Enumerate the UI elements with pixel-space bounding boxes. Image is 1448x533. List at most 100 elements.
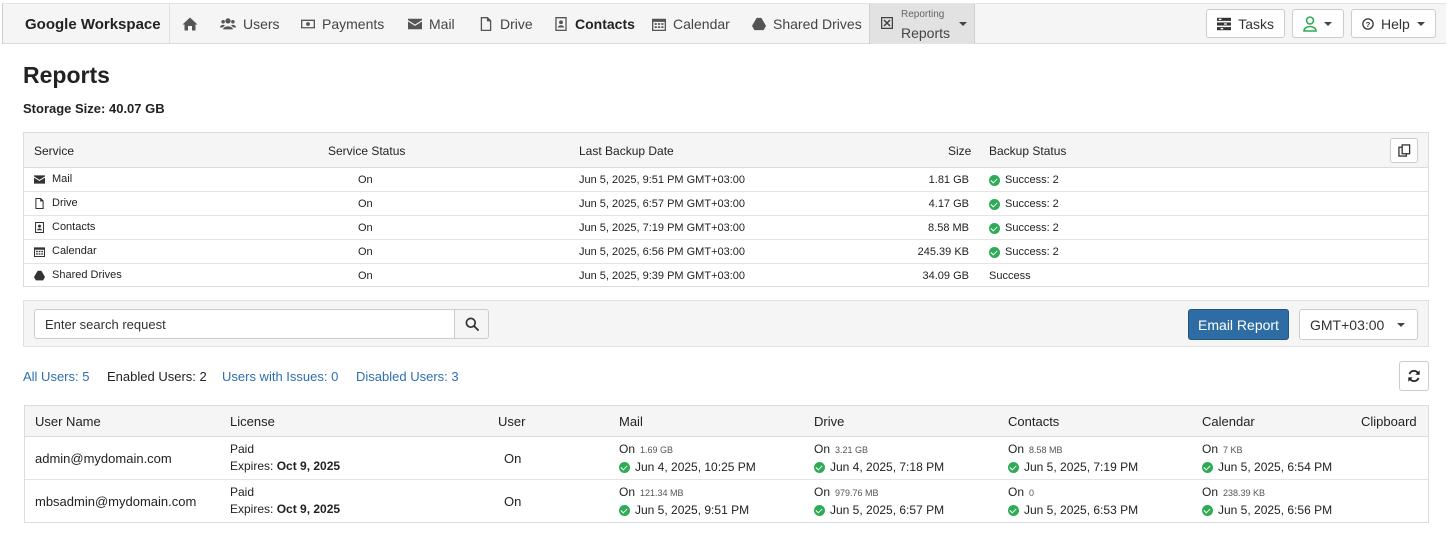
search-input[interactable]: [34, 309, 455, 339]
chevron-down-icon: [1397, 323, 1405, 327]
license-type: Paid: [230, 485, 255, 499]
drive-cell: On 3.21 GB Jun 4, 2025, 7:18 PM: [814, 441, 944, 478]
calendar-status: On: [1202, 485, 1219, 499]
nav-home[interactable]: [182, 4, 198, 44]
help-button[interactable]: ? Help: [1351, 9, 1436, 38]
filter-enabled-users[interactable]: Enabled Users: 2: [107, 369, 207, 384]
service-name: Drive: [52, 197, 78, 209]
drive-icon: [480, 17, 492, 31]
timezone-select[interactable]: GMT+03:00: [1299, 309, 1418, 340]
contacts-size: 8.58 MB: [1029, 445, 1063, 455]
header-user[interactable]: User: [498, 414, 525, 429]
nav-shared-drives-label: Shared Drives: [773, 16, 862, 32]
storage-value: 40.07 GB: [108, 101, 165, 116]
backup-status: Success: 2: [989, 198, 1059, 210]
user-status: On: [504, 494, 522, 509]
header-calendar[interactable]: Calendar: [1202, 414, 1255, 429]
nav-shared-drives[interactable]: Shared Drives: [752, 4, 862, 44]
copy-button[interactable]: [1390, 138, 1418, 163]
expires-date: Oct 9, 2025: [276, 459, 341, 473]
refresh-button[interactable]: [1399, 361, 1429, 391]
help-icon: ?: [1362, 17, 1374, 30]
reporting-icon: [881, 17, 893, 29]
user-name[interactable]: mbsadmin@mydomain.com: [35, 494, 196, 509]
header-license[interactable]: License: [230, 414, 275, 429]
success-icon: [1202, 462, 1213, 473]
header-contacts[interactable]: Contacts: [1008, 414, 1059, 429]
header-clipboard[interactable]: Clipboard: [1361, 414, 1417, 429]
drive-status: On: [814, 442, 831, 456]
nav-reporting-dropdown[interactable]: Reporting Reports: [869, 4, 975, 44]
contacts-date: Jun 5, 2025, 7:19 PM: [1024, 460, 1139, 474]
service-name: Calendar: [52, 245, 97, 257]
header-size[interactable]: Size: [948, 144, 971, 158]
service-name-cell: Drive: [34, 197, 78, 209]
filter-disabled-users[interactable]: Disabled Users: 3: [356, 369, 459, 384]
last-backup-date: Jun 5, 2025, 6:57 PM GMT+03:00: [579, 198, 746, 210]
header-user-name[interactable]: User Name: [35, 414, 101, 429]
drive-status: On: [814, 485, 831, 499]
service-row-calendar[interactable]: Calendar On Jun 5, 2025, 6:56 PM GMT+03:…: [24, 240, 1428, 264]
search-button[interactable]: [455, 309, 489, 339]
user-menu-button[interactable]: [1292, 9, 1344, 38]
user-name[interactable]: admin@mydomain.com: [35, 451, 172, 466]
mail-date: Jun 4, 2025, 10:25 PM: [635, 460, 756, 474]
header-service-status[interactable]: Service Status: [328, 144, 405, 158]
drive-size: 979.76 MB: [835, 488, 879, 498]
mail-size: 121.34 MB: [640, 488, 684, 498]
service-row-drive[interactable]: Drive On Jun 5, 2025, 6:57 PM GMT+03:00 …: [24, 192, 1428, 216]
license-type: Paid: [230, 442, 255, 456]
tasks-button[interactable]: Tasks: [1206, 9, 1285, 38]
service-row-mail[interactable]: Mail On Jun 5, 2025, 9:51 PM GMT+03:00 1…: [24, 168, 1428, 192]
drive-date: Jun 4, 2025, 7:18 PM: [830, 460, 945, 474]
header-drive[interactable]: Drive: [814, 414, 844, 429]
nav-calendar[interactable]: Calendar: [652, 4, 730, 44]
contacts-size: 0: [1029, 488, 1035, 498]
nav-contacts[interactable]: Contacts: [554, 4, 635, 44]
drive-icon: [35, 197, 44, 209]
backup-status: Success: 2: [989, 174, 1059, 186]
success-icon: [989, 222, 1000, 234]
service-size: 245.39 KB: [917, 246, 969, 258]
nav-users[interactable]: Users: [220, 4, 280, 44]
calendar-date: Jun 5, 2025, 6:54 PM: [1218, 460, 1333, 474]
service-size: 4.17 GB: [928, 198, 969, 210]
nav-payments[interactable]: Payments: [301, 4, 384, 44]
drive-cell: On 979.76 MB Jun 5, 2025, 6:57 PM: [814, 484, 944, 521]
nav-mail[interactable]: Mail: [408, 4, 455, 44]
filter-users-with-issues[interactable]: Users with Issues: 0: [222, 369, 338, 384]
license-expiry: Expires: Oct 9, 2025: [230, 501, 340, 518]
service-size: 1.81 GB: [928, 174, 969, 186]
nav-drive-label: Drive: [500, 16, 533, 32]
drive-date: Jun 5, 2025, 6:57 PM: [830, 503, 945, 517]
header-service[interactable]: Service: [34, 144, 74, 158]
nav-drive[interactable]: Drive: [479, 4, 533, 44]
tasks-icon: [1217, 17, 1232, 30]
email-report-button[interactable]: Email Report: [1188, 309, 1289, 340]
filter-all-users[interactable]: All Users: 5: [23, 369, 89, 384]
nav-reports-label: Reports: [901, 25, 951, 41]
users-table-header: User Name License User Mail Drive Contac…: [25, 406, 1428, 437]
header-mail[interactable]: Mail: [619, 414, 643, 429]
payments-icon: [301, 19, 315, 29]
service-row-contacts[interactable]: Contacts On Jun 5, 2025, 7:19 PM GMT+03:…: [24, 216, 1428, 240]
table-row[interactable]: mbsadmin@mydomain.com Paid Expires: Oct …: [25, 480, 1428, 523]
nav-mail-label: Mail: [429, 16, 455, 32]
storage-label: Storage Size:: [23, 101, 106, 116]
header-backup-status[interactable]: Backup Status: [989, 144, 1066, 158]
header-last-backup[interactable]: Last Backup Date: [579, 144, 674, 158]
last-backup-date: Jun 5, 2025, 9:51 PM GMT+03:00: [579, 174, 746, 186]
service-status: On: [358, 198, 373, 210]
service-size: 34.09 GB: [922, 270, 969, 282]
nav-calendar-label: Calendar: [673, 16, 730, 32]
backup-status-text: Success: 2: [1005, 246, 1059, 258]
service-row-shared-drives[interactable]: Shared Drives On Jun 5, 2025, 9:39 PM GM…: [24, 264, 1428, 288]
license-expiry: Expires: Oct 9, 2025: [230, 458, 340, 475]
backup-status-text: Success: 2: [1005, 222, 1059, 234]
brand-title[interactable]: Google Workspace: [25, 16, 161, 33]
brand-divider: [169, 4, 170, 44]
storage-size: Storage Size: 40.07 GB: [23, 101, 165, 116]
table-row[interactable]: admin@mydomain.com Paid Expires: Oct 9, …: [25, 437, 1428, 480]
service-status: On: [358, 174, 373, 186]
backup-status: Success: 2: [989, 222, 1059, 234]
